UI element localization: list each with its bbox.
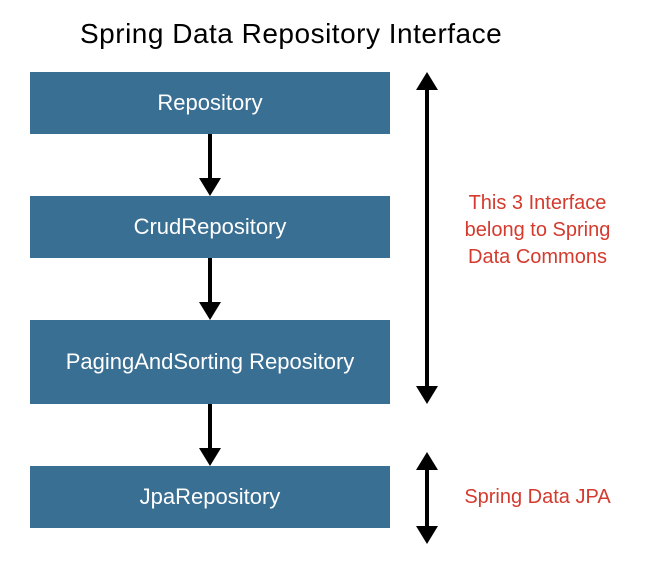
- page-title: Spring Data Repository Interface: [0, 0, 650, 50]
- arrow-down-icon: [416, 386, 438, 404]
- box-jparepository: JpaRepository: [30, 466, 390, 528]
- box-pagingandsortingrepository: PagingAndSorting Repository: [30, 320, 390, 404]
- bracket-commons: [422, 72, 444, 404]
- box-repository: Repository: [30, 72, 390, 134]
- label-spring-data-commons: This 3 Interface belong to Spring Data C…: [450, 190, 625, 271]
- box-crudrepository: CrudRepository: [30, 196, 390, 258]
- arrow-down-icon: [205, 258, 215, 320]
- label-spring-data-jpa: Spring Data JPA: [450, 484, 625, 511]
- arrow-down-icon: [205, 134, 215, 196]
- arrow-down-icon: [416, 526, 438, 544]
- diagram: Repository CrudRepository PagingAndSorti…: [30, 72, 620, 562]
- bracket-jpa: [422, 452, 444, 544]
- arrow-down-icon: [205, 404, 215, 466]
